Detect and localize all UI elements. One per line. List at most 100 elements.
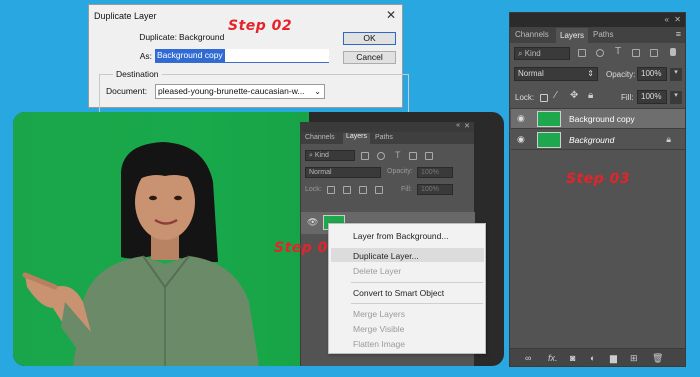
tab-paths[interactable]: Paths — [375, 134, 393, 141]
fill-input[interactable]: 100% — [417, 184, 453, 195]
tab-channels[interactable]: Channels — [515, 30, 549, 39]
kind-filter[interactable]: ⌕ Kind — [514, 47, 570, 60]
menu-divider — [351, 282, 483, 283]
opacity-input[interactable]: 100% — [417, 167, 453, 178]
fill-value: 100% — [421, 186, 439, 193]
panel-tabbar: Channels Layers Paths ≡ — [510, 27, 685, 43]
as-input[interactable]: Background copy — [155, 49, 329, 63]
menu-item-delete-layer[interactable]: Delete Layer — [353, 266, 401, 276]
lock-pixels-icon[interactable] — [327, 186, 335, 194]
smartobject-filter-icon[interactable] — [650, 49, 658, 57]
lock-brush-icon[interactable] — [343, 186, 351, 194]
woman-illustration — [22, 142, 259, 366]
type-filter-icon[interactable]: T — [395, 150, 401, 160]
duplicate-value: Background — [179, 32, 225, 42]
shape-filter-icon[interactable] — [632, 49, 640, 57]
step-02-label: Step 02 — [228, 18, 293, 34]
image-filter-icon[interactable] — [578, 49, 586, 57]
fill-value: 100% — [641, 92, 662, 101]
opacity-label: Opacity: — [606, 70, 636, 79]
opacity-slider-toggle[interactable]: ▾ — [670, 68, 682, 81]
new-group-icon[interactable]: ▆ — [610, 353, 617, 364]
opacity-input[interactable]: 100% — [637, 67, 667, 81]
as-input-value: Background copy — [155, 49, 225, 62]
tab-channels[interactable]: Channels — [305, 134, 335, 141]
layer-name: Background copy — [569, 114, 635, 124]
panel-tabbar: Channels Layers Paths — [301, 132, 474, 144]
cancel-button[interactable]: Cancel — [343, 51, 396, 64]
green-screen-photo — [13, 112, 309, 366]
blend-mode-select[interactable]: Normal ⇕ — [514, 67, 598, 81]
close-panel-icon[interactable]: ✕ — [464, 122, 470, 130]
kind-filter-label: Kind — [314, 152, 329, 159]
close-panel-icon[interactable]: ✕ — [674, 15, 681, 24]
tab-layers[interactable]: Layers — [343, 133, 371, 144]
visibility-eye-icon[interactable]: ◉ — [517, 134, 525, 145]
lock-move-icon[interactable]: ✥ — [570, 90, 578, 101]
image-filter-icon[interactable] — [361, 152, 369, 160]
layer-thumbnail — [537, 111, 561, 127]
layer-style-icon[interactable]: fx. — [548, 353, 558, 363]
layer-row-background-copy[interactable]: ◉ Background copy — [511, 109, 685, 129]
visibility-eye-icon[interactable]: ◉ — [517, 113, 525, 124]
as-label: As: — [139, 51, 152, 61]
kind-filter[interactable]: ⌕ Kind — [305, 150, 355, 161]
visibility-eye-icon[interactable]: 👁 — [307, 217, 318, 228]
ok-button[interactable]: OK — [343, 32, 396, 45]
fill-label: Fill: — [621, 93, 634, 102]
tab-layers[interactable]: Layers — [556, 28, 589, 43]
document-label: Document: — [106, 86, 148, 96]
document-select[interactable]: pleased-young-brunette-caucasian-w... ⌄ — [155, 84, 325, 99]
layer-context-menu: Layer from Background... Duplicate Layer… — [328, 223, 486, 354]
menu-item-merge-visible[interactable]: Merge Visible — [353, 324, 404, 334]
layers-panel: « ✕ Channels Layers Paths ≡ ⌕ Kind T Nor… — [509, 12, 686, 367]
adjustment-layer-icon[interactable]: ◐ — [590, 353, 595, 363]
panel-menu-icon[interactable]: ≡ — [676, 29, 681, 39]
menu-item-flatten-image[interactable]: Flatten Image — [353, 339, 405, 349]
collapse-icon[interactable]: « — [665, 15, 669, 24]
link-layers-icon[interactable]: ∞ — [525, 353, 531, 363]
panel-bottom-toolbar: ∞ fx. ◙ ◐ ▆ ⊞ 🗑︎ — [510, 348, 685, 366]
adjustment-filter-icon[interactable] — [596, 49, 604, 57]
adjustment-filter-icon[interactable] — [377, 152, 385, 160]
panel-topbar: « ✕ — [301, 122, 474, 132]
fill-slider-toggle[interactable]: ▾ — [670, 91, 682, 104]
panel-topbar: « ✕ — [510, 13, 685, 27]
menu-item-duplicate-layer[interactable]: Duplicate Layer... — [353, 251, 419, 261]
layer-row-background[interactable]: ◉ Background 🔒︎ — [511, 130, 685, 150]
menu-item-convert-smart-object[interactable]: Convert to Smart Object — [353, 288, 444, 298]
lock-all-icon[interactable]: 🔒︎ — [588, 90, 593, 101]
chevron-down-icon: ⇕ — [587, 69, 594, 78]
opacity-value: 100% — [641, 69, 662, 78]
filter-toggle-icon[interactable] — [670, 48, 676, 56]
collapse-icon[interactable]: « — [456, 122, 460, 129]
fill-label: Fill: — [401, 186, 412, 193]
document-value: pleased-young-brunette-caucasian-w... — [158, 86, 305, 96]
menu-item-layer-from-background[interactable]: Layer from Background... — [353, 231, 448, 241]
menu-item-merge-layers[interactable]: Merge Layers — [353, 309, 405, 319]
blend-mode-value: Normal — [518, 69, 544, 78]
smartobject-filter-icon[interactable] — [425, 152, 433, 160]
close-icon[interactable]: ✕ — [386, 8, 396, 22]
add-mask-icon[interactable]: ◙ — [570, 353, 575, 363]
lock-move-icon[interactable] — [359, 186, 367, 194]
tab-paths[interactable]: Paths — [593, 30, 613, 39]
new-layer-icon[interactable]: ⊞ — [630, 353, 638, 364]
type-filter-icon[interactable]: T — [615, 46, 621, 57]
menu-divider — [351, 303, 483, 304]
delete-layer-icon[interactable]: 🗑︎ — [652, 353, 663, 364]
dialog-title: Duplicate Layer — [94, 11, 157, 21]
layer-name: Background — [569, 135, 615, 145]
fill-input[interactable]: 100% — [637, 90, 667, 104]
kind-filter-label: Kind — [524, 49, 541, 58]
lock-artboard-icon[interactable] — [375, 186, 383, 194]
layer-thumbnail — [537, 132, 561, 148]
lock-pixels-icon[interactable] — [540, 94, 548, 102]
shape-filter-icon[interactable] — [409, 152, 417, 160]
lock-label: Lock: — [515, 93, 535, 102]
step-03-label: Step 03 — [566, 171, 631, 187]
blend-mode-select[interactable]: Normal — [305, 167, 381, 178]
lock-brush-icon[interactable]: ⁄ — [555, 90, 557, 101]
duplicate-label: Duplicate: — [139, 32, 177, 42]
opacity-value: 100% — [421, 169, 439, 176]
